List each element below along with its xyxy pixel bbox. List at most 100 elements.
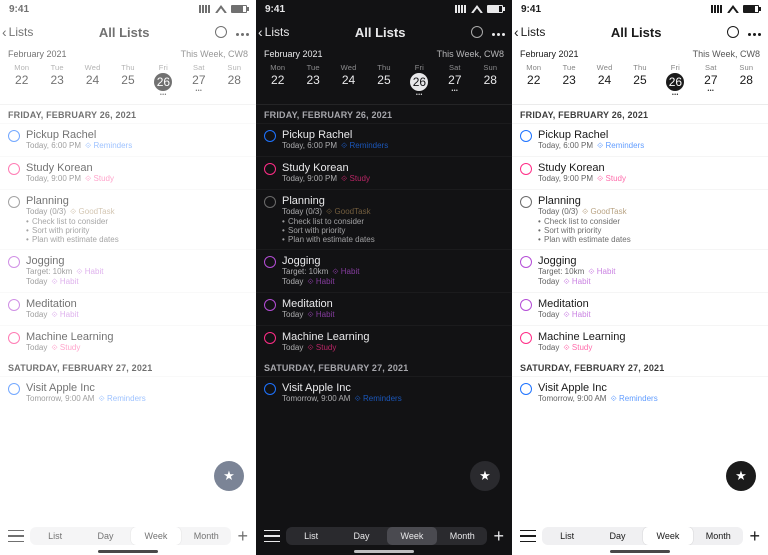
task-row[interactable]: Study KoreanToday, 9:00 PM⟐ Study: [256, 156, 512, 189]
task-checkbox[interactable]: [264, 196, 276, 208]
segment-day[interactable]: Day: [592, 527, 642, 545]
day-column[interactable]: Mon22: [6, 63, 38, 98]
segment-list[interactable]: List: [30, 527, 80, 545]
day-column[interactable]: Tue23: [41, 63, 73, 98]
task-tag[interactable]: ⟐ Reminders: [610, 394, 657, 404]
task-checkbox[interactable]: [264, 383, 276, 395]
task-row[interactable]: JoggingTarget: 10km⟐ HabitToday⟐ Habit: [0, 249, 256, 292]
task-tag[interactable]: ⟐ Reminders: [597, 141, 644, 151]
task-row[interactable]: Pickup RachelToday, 6:00 PM⟐ Reminders: [0, 123, 256, 156]
task-checkbox[interactable]: [8, 256, 20, 268]
task-tag[interactable]: ⟐ Study: [597, 174, 626, 184]
segment-list[interactable]: List: [542, 527, 592, 545]
task-tag[interactable]: ⟐ Reminders: [354, 394, 401, 404]
task-checkbox[interactable]: [520, 256, 532, 268]
day-column[interactable]: Mon22: [518, 63, 550, 98]
task-tag[interactable]: ⟐ GoodTask: [70, 207, 115, 217]
view-segment[interactable]: ListDayWeekMonth: [286, 527, 487, 545]
task-row[interactable]: MeditationToday⟐ Habit: [512, 292, 768, 325]
task-checkbox[interactable]: [520, 163, 532, 175]
view-segment[interactable]: ListDayWeekMonth: [30, 527, 231, 545]
add-button[interactable]: +: [493, 527, 504, 545]
segment-day[interactable]: Day: [336, 527, 386, 545]
task-tag[interactable]: ⟐ Habit: [563, 310, 590, 320]
task-checkbox[interactable]: [8, 299, 20, 311]
day-column[interactable]: Thu25: [112, 63, 144, 98]
view-segment[interactable]: ListDayWeekMonth: [542, 527, 743, 545]
task-checkbox[interactable]: [264, 130, 276, 142]
task-tag[interactable]: ⟐ GoodTask: [582, 207, 627, 217]
task-checkbox[interactable]: [8, 383, 20, 395]
task-tag[interactable]: ⟐ Habit: [563, 277, 590, 287]
day-column[interactable]: Sun28: [218, 63, 250, 98]
segment-day[interactable]: Day: [80, 527, 130, 545]
day-column[interactable]: Thu25: [624, 63, 656, 98]
favorite-fab[interactable]: ★: [726, 461, 756, 491]
task-tag[interactable]: ⟐ Habit: [51, 277, 78, 287]
task-row[interactable]: JoggingTarget: 10km⟐ HabitToday⟐ Habit: [512, 249, 768, 292]
task-row[interactable]: Machine LearningToday⟐ Study: [0, 325, 256, 358]
task-list[interactable]: FRIDAY, FEBRUARY 26, 2021Pickup RachelTo…: [512, 105, 768, 409]
task-tag[interactable]: ⟐ Study: [51, 343, 80, 353]
segment-list[interactable]: List: [286, 527, 336, 545]
day-column[interactable]: Wed24: [332, 63, 364, 98]
task-row[interactable]: PlanningToday (0/3)⟐ GoodTaskCheck list …: [0, 189, 256, 249]
task-row[interactable]: Pickup RachelToday, 6:00 PM⟐ Reminders: [512, 123, 768, 156]
more-button[interactable]: [491, 23, 506, 41]
task-tag[interactable]: ⟐ Study: [563, 343, 592, 353]
task-checkbox[interactable]: [520, 196, 532, 208]
menu-button[interactable]: [8, 530, 24, 542]
task-checkbox[interactable]: [520, 299, 532, 311]
month-label[interactable]: February 2021: [520, 49, 579, 59]
week-strip[interactable]: Mon22Tue23Wed24Thu25Fri26•••Sat27•••Sun2…: [256, 61, 512, 105]
task-row[interactable]: PlanningToday (0/3)⟐ GoodTaskCheck list …: [256, 189, 512, 249]
task-checkbox[interactable]: [264, 299, 276, 311]
back-button[interactable]: ‹ Lists: [258, 25, 289, 39]
task-checkbox[interactable]: [264, 332, 276, 344]
task-row[interactable]: Study KoreanToday, 9:00 PM⟐ Study: [0, 156, 256, 189]
task-list[interactable]: FRIDAY, FEBRUARY 26, 2021Pickup RachelTo…: [0, 105, 256, 409]
task-row[interactable]: Visit Apple IncTomorrow, 9:00 AM⟐ Remind…: [512, 376, 768, 409]
task-checkbox[interactable]: [520, 130, 532, 142]
day-column[interactable]: Sun28: [474, 63, 506, 98]
task-row[interactable]: MeditationToday⟐ Habit: [0, 292, 256, 325]
task-tag[interactable]: ⟐ Reminders: [341, 141, 388, 151]
back-button[interactable]: ‹ Lists: [514, 25, 545, 39]
task-row[interactable]: Pickup RachelToday, 6:00 PM⟐ Reminders: [256, 123, 512, 156]
task-tag[interactable]: ⟐ Study: [307, 343, 336, 353]
task-row[interactable]: Visit Apple IncTomorrow, 9:00 AM⟐ Remind…: [256, 376, 512, 409]
task-checkbox[interactable]: [8, 130, 20, 142]
day-column[interactable]: Tue23: [553, 63, 585, 98]
day-column[interactable]: Sun28: [730, 63, 762, 98]
task-checkbox[interactable]: [8, 332, 20, 344]
day-column[interactable]: Fri26•••: [659, 63, 691, 98]
task-list[interactable]: FRIDAY, FEBRUARY 26, 2021Pickup RachelTo…: [256, 105, 512, 409]
task-checkbox[interactable]: [520, 332, 532, 344]
segment-week[interactable]: Week: [643, 527, 693, 545]
segment-week[interactable]: Week: [387, 527, 437, 545]
filter-button[interactable]: [471, 26, 483, 38]
week-strip[interactable]: Mon22Tue23Wed24Thu25Fri26•••Sat27•••Sun2…: [512, 61, 768, 105]
task-row[interactable]: JoggingTarget: 10km⟐ HabitToday⟐ Habit: [256, 249, 512, 292]
more-button[interactable]: [747, 23, 762, 41]
day-column[interactable]: Thu25: [368, 63, 400, 98]
day-column[interactable]: Mon22: [262, 63, 294, 98]
back-button[interactable]: ‹ Lists: [2, 25, 33, 39]
add-button[interactable]: +: [237, 527, 248, 545]
week-strip[interactable]: Mon22Tue23Wed24Thu25Fri26•••Sat27•••Sun2…: [0, 61, 256, 105]
day-column[interactable]: Sat27•••: [439, 63, 471, 98]
day-column[interactable]: Fri26•••: [403, 63, 435, 98]
day-column[interactable]: Wed24: [588, 63, 620, 98]
task-tag[interactable]: ⟐ Habit: [307, 310, 334, 320]
task-tag[interactable]: ⟐ Habit: [588, 267, 615, 277]
task-checkbox[interactable]: [520, 383, 532, 395]
task-tag[interactable]: ⟐ Reminders: [85, 141, 132, 151]
day-column[interactable]: Sat27•••: [183, 63, 215, 98]
task-tag[interactable]: ⟐ Study: [85, 174, 114, 184]
segment-week[interactable]: Week: [131, 527, 181, 545]
task-tag[interactable]: ⟐ Habit: [51, 310, 78, 320]
segment-month[interactable]: Month: [437, 527, 487, 545]
day-column[interactable]: Sat27•••: [695, 63, 727, 98]
task-tag[interactable]: ⟐ Study: [341, 174, 370, 184]
favorite-fab[interactable]: ★: [214, 461, 244, 491]
